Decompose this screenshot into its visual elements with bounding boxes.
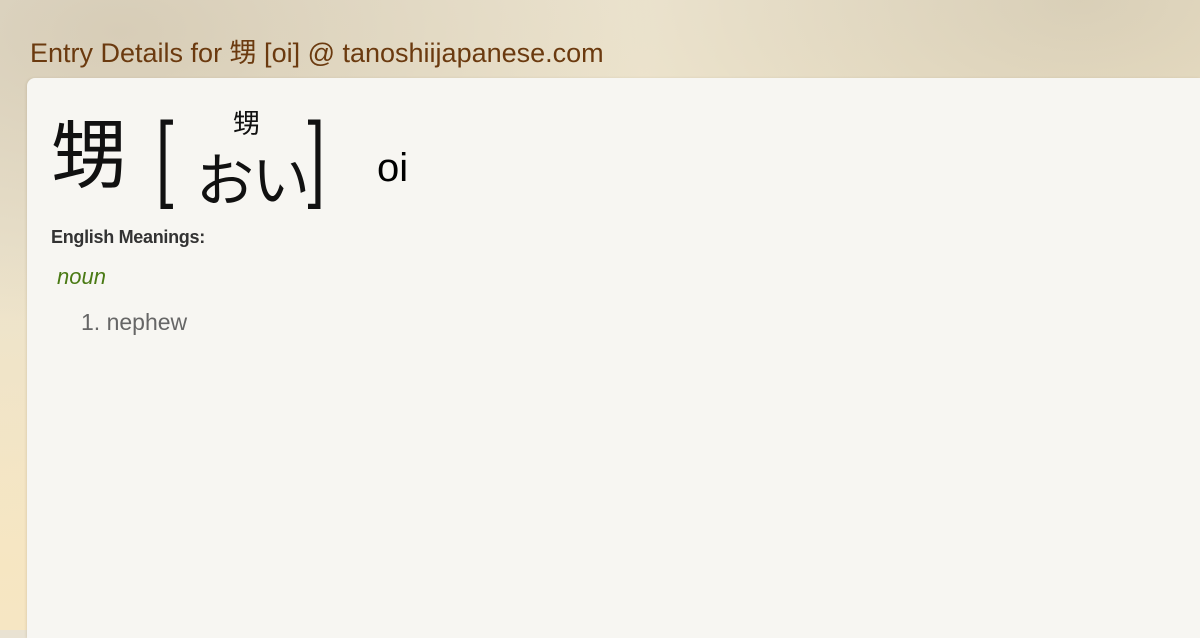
page-title: Entry Details for 甥 [oi] @ tanoshiijapan… [30, 38, 604, 68]
entry-panel: 甥 [ 甥 おい ] oi English Meanings: noun 1. … [27, 78, 1200, 638]
part-of-speech: noun [57, 264, 106, 289]
meaning-item: 1. nephew [81, 309, 188, 335]
meaning-list: 1. nephew [81, 308, 187, 336]
bracket-close: ] [303, 103, 326, 220]
bracket-open: [ [155, 103, 178, 220]
entry-kana-reading: おい [196, 147, 310, 215]
english-meanings-label: English Meanings: [51, 227, 205, 247]
entry-kanji: 甥 [51, 111, 127, 200]
entry-romaji: oi [377, 146, 409, 190]
